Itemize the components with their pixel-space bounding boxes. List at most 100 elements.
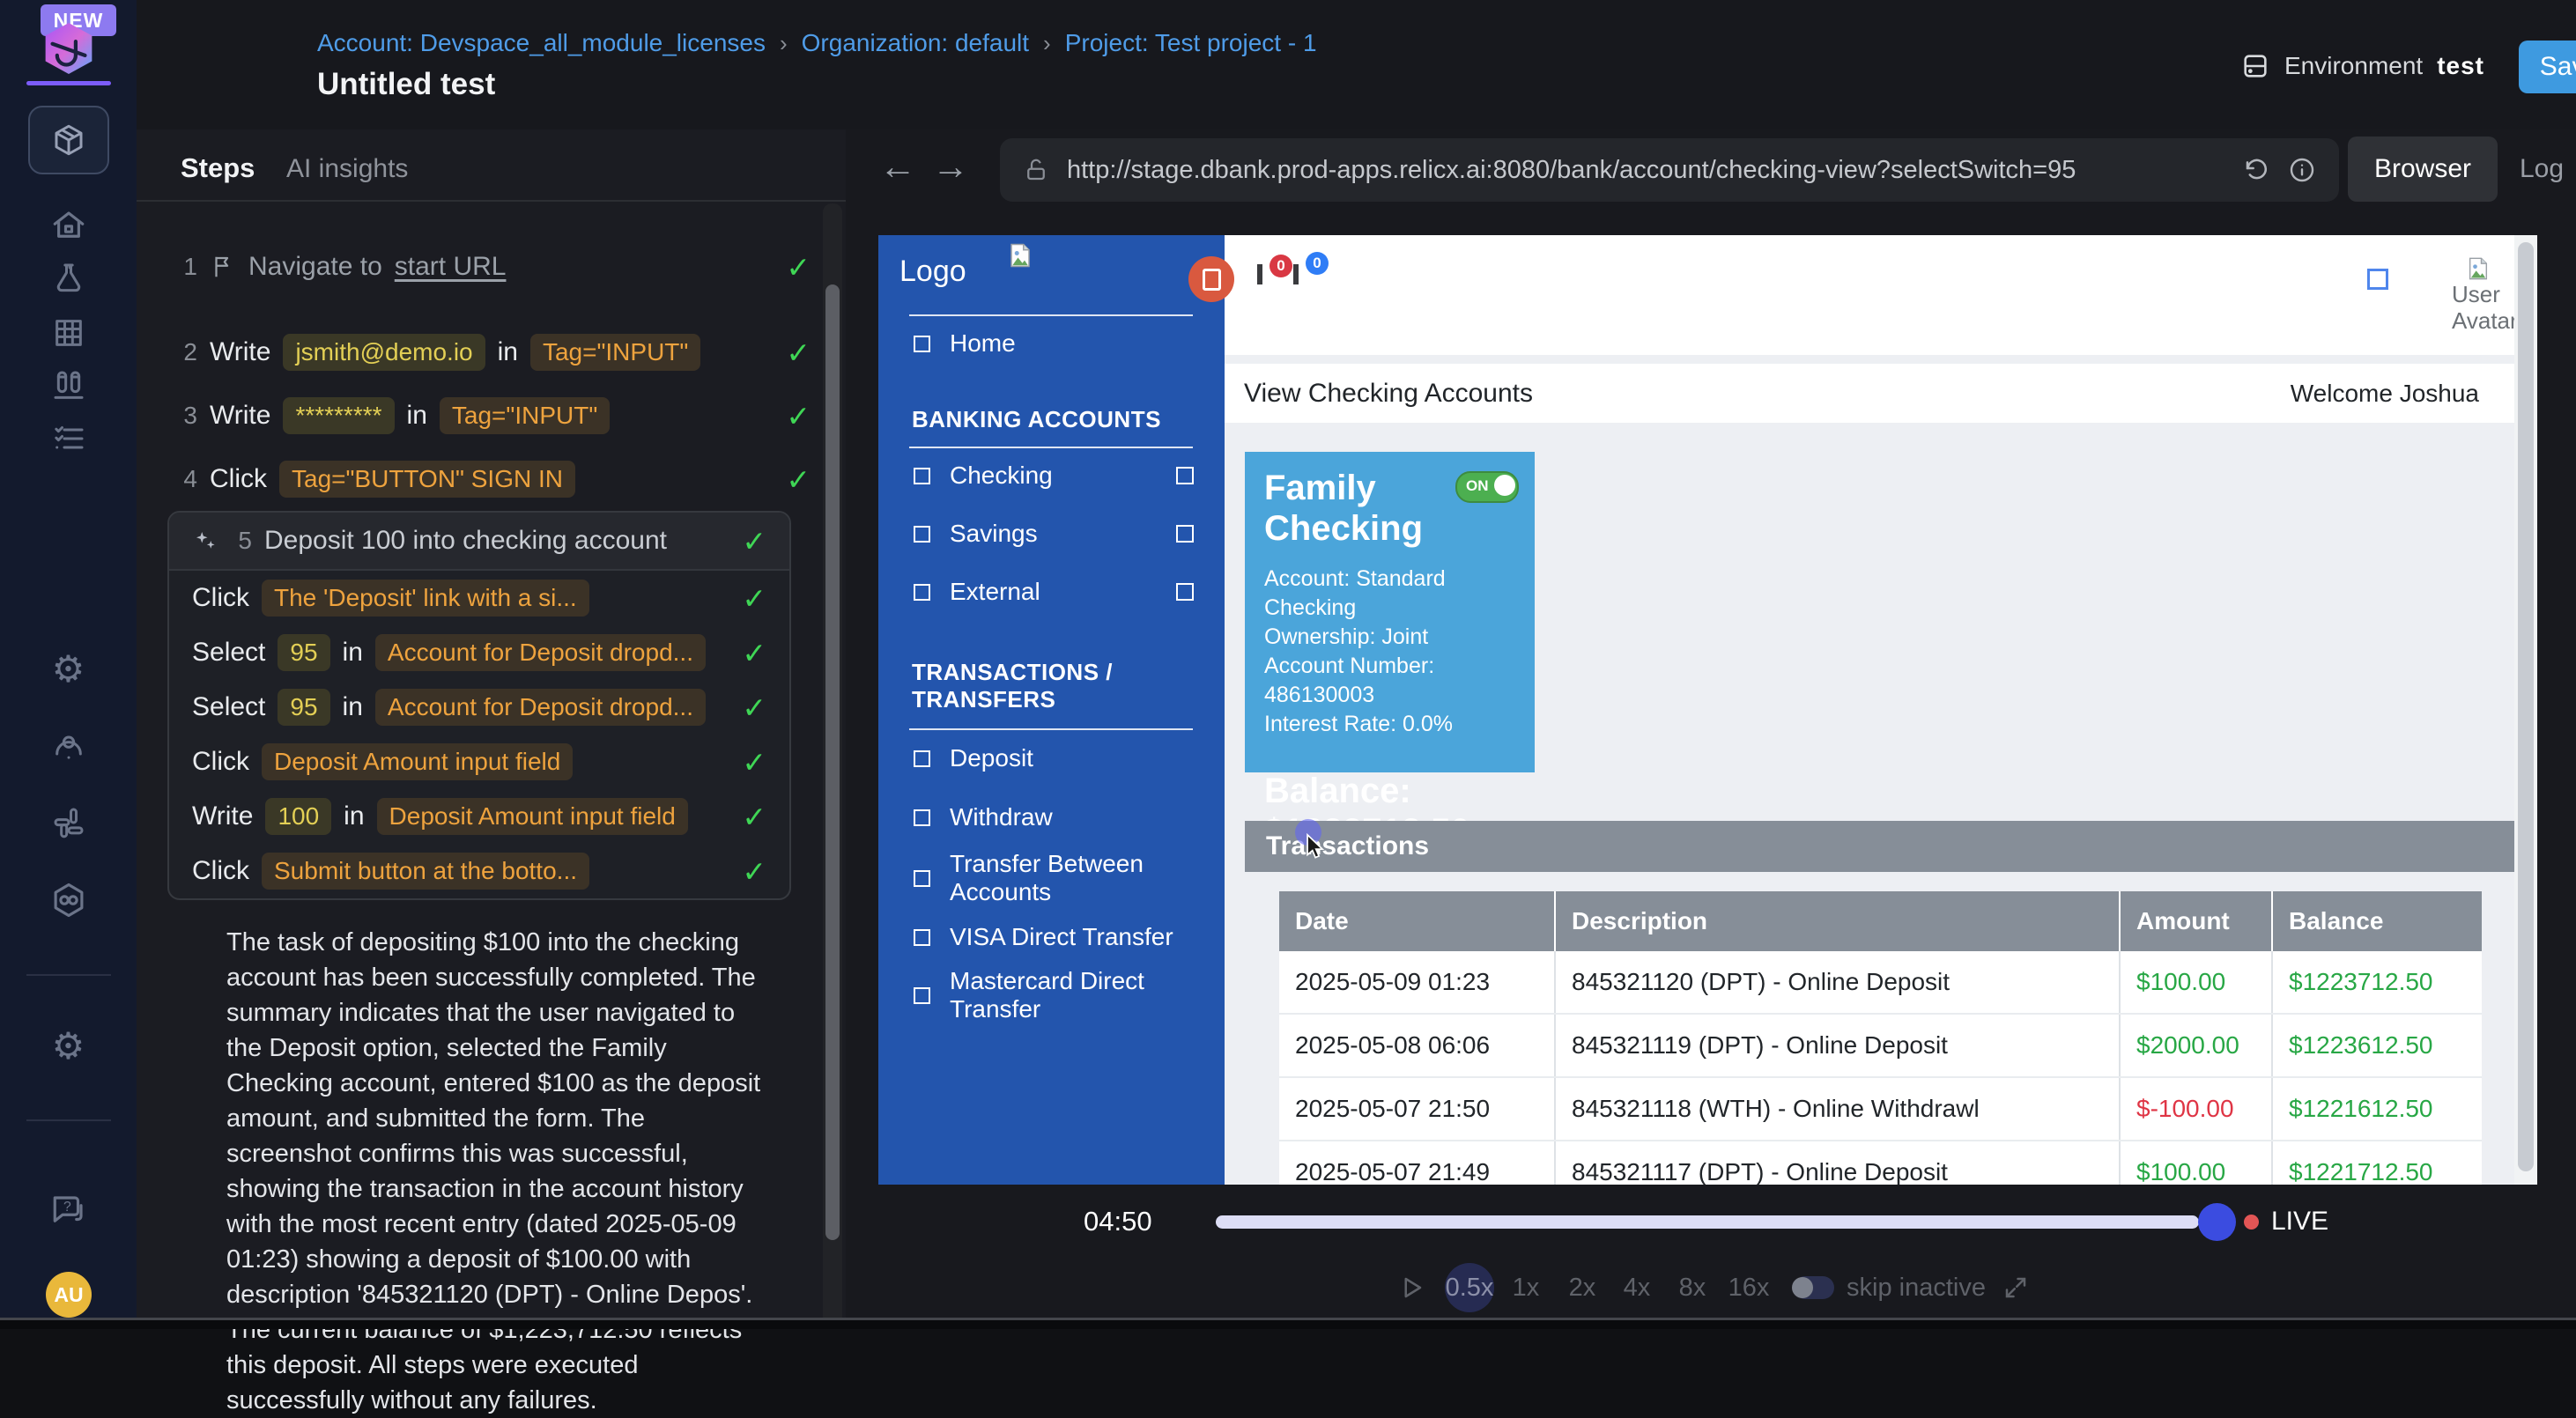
step-target-chip[interactable]: Tag="INPUT" bbox=[530, 334, 700, 371]
user-avatar[interactable]: AU bbox=[46, 1272, 92, 1318]
sidebar-item-deposit[interactable]: Deposit bbox=[914, 741, 1194, 776]
user-avatar-broken-image[interactable]: User Avatar bbox=[2452, 256, 2515, 344]
start-url-link[interactable]: start URL bbox=[395, 252, 507, 282]
rail-item-home[interactable] bbox=[0, 201, 137, 250]
fullscreen-placeholder-icon[interactable] bbox=[2367, 269, 2388, 290]
notification-bell-placeholder[interactable] bbox=[1257, 267, 1262, 283]
sidebar-item-mastercard-transfer[interactable]: Mastercard Direct Transfer bbox=[914, 978, 1194, 1013]
step-target-chip[interactable]: Account for Deposit dropd... bbox=[375, 634, 706, 671]
refresh-icon[interactable] bbox=[2242, 156, 2270, 184]
breadcrumb-project[interactable]: Project: Test project - 1 bbox=[1065, 29, 1317, 57]
browser-forward-icon[interactable]: → bbox=[932, 145, 969, 188]
speed-0.5x-button[interactable]: 0.5x bbox=[1445, 1263, 1494, 1312]
step-value-chip[interactable]: 95 bbox=[278, 634, 329, 671]
speed-16x-button[interactable]: 16x bbox=[1722, 1268, 1775, 1307]
info-icon[interactable] bbox=[2288, 156, 2316, 184]
sidebar-item-home[interactable]: Home bbox=[914, 326, 1194, 361]
rail-item-help-feedback[interactable]: ? bbox=[0, 1185, 137, 1235]
browser-back-icon[interactable]: ← bbox=[879, 145, 916, 188]
breadcrumb-organization[interactable]: Organization: default bbox=[802, 29, 1029, 57]
url-bar[interactable]: http://stage.dbank.prod-apps.relicx.ai:8… bbox=[1000, 138, 2339, 202]
step-group-card[interactable]: 5 Deposit 100 into checking account ✓ Cl… bbox=[167, 511, 791, 900]
sidebar-item-external[interactable]: External bbox=[914, 574, 1194, 609]
rail-item-checklist[interactable] bbox=[0, 414, 137, 463]
placeholder-box-icon bbox=[1176, 525, 1194, 543]
rail-item-admin-settings[interactable]: ⚙ bbox=[0, 1022, 137, 1071]
step-value-chip[interactable]: 95 bbox=[278, 689, 329, 726]
live-label: LIVE bbox=[2271, 1207, 2328, 1237]
rail-item-pipelines[interactable] bbox=[0, 875, 137, 925]
substep-row-3[interactable]: Select 95 in Account for Deposit dropd..… bbox=[169, 680, 789, 735]
play-button[interactable] bbox=[1392, 1268, 1431, 1307]
step-group-header[interactable]: 5 Deposit 100 into checking account ✓ bbox=[169, 513, 789, 571]
step-value-chip[interactable]: jsmith@demo.io bbox=[283, 334, 485, 371]
step-target-chip[interactable]: The 'Deposit' link with a si... bbox=[262, 580, 589, 617]
col-description[interactable]: Description bbox=[1556, 891, 2121, 951]
timeline-track[interactable] bbox=[1216, 1215, 2199, 1229]
sidebar-item-transfer[interactable]: Transfer Between Accounts bbox=[914, 860, 1194, 896]
step-row-4[interactable]: 4 Click Tag="BUTTON" SIGN IN ✓ bbox=[176, 452, 811, 506]
speed-2x-button[interactable]: 2x bbox=[1559, 1268, 1605, 1307]
rail-item-test-runs[interactable] bbox=[0, 361, 137, 410]
steps-scrollbar[interactable] bbox=[823, 203, 842, 1326]
environment-value[interactable]: test bbox=[2437, 52, 2484, 80]
step-row-2[interactable]: 2 Write jsmith@demo.io in Tag="INPUT" ✓ bbox=[176, 325, 811, 380]
scrollbar-thumb[interactable] bbox=[2518, 242, 2534, 1171]
step-value-chip[interactable]: 100 bbox=[265, 798, 331, 835]
table-row[interactable]: 2025-05-07 21:50 845321118 (WTH) - Onlin… bbox=[1279, 1078, 2482, 1141]
table-row[interactable]: 2025-05-08 06:06 845321119 (DPT) - Onlin… bbox=[1279, 1015, 2482, 1078]
col-date[interactable]: Date bbox=[1279, 891, 1556, 951]
col-amount[interactable]: Amount bbox=[2121, 891, 2273, 951]
sidebar-item-visa-transfer[interactable]: VISA Direct Transfer bbox=[914, 919, 1194, 955]
timeline-thumb[interactable] bbox=[2198, 1203, 2236, 1241]
expand-player-button[interactable] bbox=[1996, 1268, 2035, 1307]
tab-ai-insights[interactable]: AI insights bbox=[286, 154, 408, 184]
app-logo-icon[interactable] bbox=[41, 23, 97, 74]
speed-4x-button[interactable]: 4x bbox=[1614, 1268, 1660, 1307]
rail-item-slack-integration[interactable] bbox=[0, 798, 137, 847]
transactions-section-header[interactable]: Transactions bbox=[1245, 821, 2517, 872]
tab-log[interactable]: Log bbox=[2513, 137, 2571, 202]
save-button[interactable]: Save bbox=[2519, 41, 2576, 93]
speed-8x-button[interactable]: 8x bbox=[1669, 1268, 1715, 1307]
substep-row-1[interactable]: Click The 'Deposit' link with a si... ✓ bbox=[169, 571, 789, 625]
step-value-chip[interactable]: ********* bbox=[283, 397, 394, 434]
table-row[interactable]: 2025-05-09 01:23 845321120 (DPT) - Onlin… bbox=[1279, 951, 2482, 1015]
substep-row-6[interactable]: Click Submit button at the botto... ✓ bbox=[169, 844, 789, 898]
step-target-chip[interactable]: Deposit Amount input field bbox=[377, 798, 688, 835]
step-target-chip[interactable]: Tag="BUTTON" SIGN IN bbox=[279, 461, 575, 498]
speed-1x-button[interactable]: 1x bbox=[1503, 1268, 1549, 1307]
step-target-chip[interactable]: Account for Deposit dropd... bbox=[375, 689, 706, 726]
rail-item-lab[interactable] bbox=[0, 254, 137, 303]
message-placeholder[interactable] bbox=[1293, 267, 1299, 283]
substep-row-5[interactable]: Write 100 in Deposit Amount input field … bbox=[169, 789, 789, 844]
step-row-3[interactable]: 3 Write ********* in Tag="INPUT" ✓ bbox=[176, 388, 811, 443]
sidebar-item-checking[interactable]: Checking bbox=[914, 458, 1194, 493]
tab-steps[interactable]: Steps bbox=[181, 152, 255, 184]
viewport-scrollbar[interactable] bbox=[2514, 235, 2537, 1185]
table-row[interactable]: 2025-05-07 21:49 845321117 (DPT) - Onlin… bbox=[1279, 1141, 2482, 1185]
skip-inactive-toggle[interactable] bbox=[1794, 1276, 1834, 1299]
bank-logo-text[interactable]: Logo bbox=[899, 255, 966, 289]
sidebar-item-savings[interactable]: Savings bbox=[914, 516, 1194, 551]
recording-stop-button[interactable] bbox=[1188, 256, 1234, 302]
substep-row-2[interactable]: Select 95 in Account for Deposit dropd..… bbox=[169, 625, 789, 680]
url-text[interactable]: http://stage.dbank.prod-apps.relicx.ai:8… bbox=[1067, 156, 2224, 185]
tab-browser[interactable]: Browser bbox=[2348, 137, 2498, 202]
substep-row-4[interactable]: Click Deposit Amount input field ✓ bbox=[169, 735, 789, 789]
account-card-family-checking[interactable]: Family Checking ON Account: Standard Che… bbox=[1245, 452, 1535, 772]
rail-item-personas[interactable] bbox=[0, 720, 137, 770]
rail-item-grid[interactable] bbox=[0, 308, 137, 358]
scrollbar-thumb[interactable] bbox=[825, 284, 840, 1240]
rail-item-settings[interactable]: ⚙ bbox=[0, 645, 137, 694]
step-target-chip[interactable]: Submit button at the botto... bbox=[262, 853, 589, 890]
rail-item-test-suites[interactable] bbox=[28, 106, 109, 174]
step-target-chip[interactable]: Deposit Amount input field bbox=[262, 743, 573, 780]
step-target-chip[interactable]: Tag="INPUT" bbox=[440, 397, 610, 434]
step-row-1[interactable]: 1 Navigate to start URL ✓ bbox=[176, 240, 811, 294]
col-balance[interactable]: Balance bbox=[2273, 891, 2482, 951]
cell-date: 2025-05-09 01:23 bbox=[1279, 951, 1556, 1013]
breadcrumb-account[interactable]: Account: Devspace_all_module_licenses bbox=[317, 29, 766, 57]
sidebar-item-withdraw[interactable]: Withdraw bbox=[914, 800, 1194, 835]
account-toggle[interactable]: ON bbox=[1455, 471, 1519, 503]
